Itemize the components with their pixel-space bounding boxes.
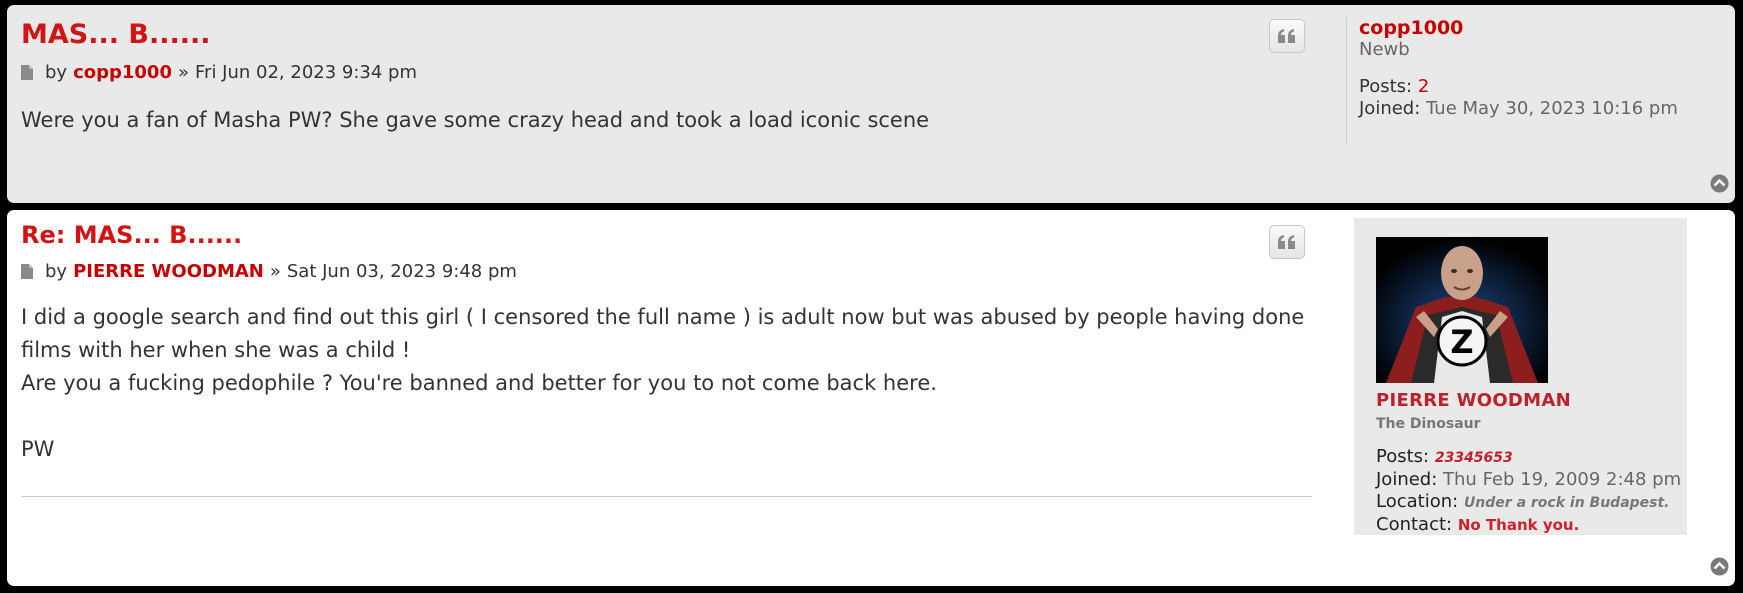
posts-count-link[interactable]: 2: [1418, 76, 1429, 97]
joined-value: Tue May 30, 2023 10:16 pm: [1426, 98, 1678, 119]
posts-count-link[interactable]: 23345653: [1435, 450, 1513, 466]
byline-separator: »: [269, 261, 281, 282]
arrow-up-circle-icon[interactable]: [1710, 174, 1729, 193]
post-byline: by PIERRE WOODMAN » Sat Jun 03, 2023 9:4…: [21, 261, 517, 282]
post-2: Re: MAS... B...... by PIERRE WOODMAN » S…: [7, 210, 1735, 586]
content-line: Were you a fan of Masha PW? She gave som…: [21, 108, 930, 132]
profile-posts: Posts: 23345653: [1376, 446, 1681, 469]
profile-details: Posts: 23345653 Joined: Thu Feb 19, 2009…: [1376, 446, 1681, 536]
quote-button[interactable]: [1269, 225, 1305, 259]
content-line: Are you a fucking pedophile ? You're ban…: [21, 371, 937, 395]
content-line: PW: [21, 437, 55, 461]
joined-value: Thu Feb 19, 2009 2:48 pm: [1443, 469, 1682, 490]
profile-username[interactable]: PIERRE WOODMAN: [1376, 390, 1571, 411]
location-value: Under a rock in Budapest.: [1463, 495, 1670, 511]
content-line: I did a google search and find out this …: [21, 305, 1305, 329]
post-title[interactable]: MAS... B......: [21, 19, 211, 50]
posts-label: Posts:: [1359, 76, 1413, 97]
profile-joined: Joined: Thu Feb 19, 2009 2:48 pm: [1376, 469, 1681, 491]
profile-username[interactable]: copp1000: [1359, 17, 1716, 39]
byline-separator: »: [177, 62, 189, 83]
post-1: MAS... B...... by copp1000 » Fri Jun 02,…: [7, 5, 1735, 203]
post-author-link[interactable]: PIERRE WOODMAN: [73, 261, 264, 282]
signature-divider: [21, 496, 1312, 497]
content-line-blank: [21, 400, 1304, 433]
document-icon[interactable]: [21, 65, 33, 80]
profile-joined: Joined: Tue May 30, 2023 10:16 pm: [1359, 98, 1716, 120]
joined-label: Joined:: [1359, 98, 1421, 119]
avatar-emblem-letter: Z: [1450, 323, 1473, 361]
avatar-image: Z: [1376, 237, 1548, 383]
posts-label: Posts:: [1376, 446, 1430, 467]
avatar[interactable]: Z: [1376, 237, 1548, 383]
post-title[interactable]: Re: MAS... B......: [21, 221, 242, 249]
profile-location: Location: Under a rock in Budapest.: [1376, 491, 1681, 514]
byline-by: by: [45, 62, 68, 83]
author-profile: Z PIERRE WOODMAN The Dinosaur Posts: 233…: [1354, 218, 1687, 535]
profile-contact: Contact: No Thank you.: [1376, 514, 1681, 536]
quote-icon: [1278, 29, 1295, 43]
post-content: Were you a fan of Masha PW? She gave som…: [21, 104, 929, 137]
contact-label: Contact:: [1376, 514, 1453, 535]
profile-posts: Posts: 2: [1359, 76, 1716, 98]
joined-label: Joined:: [1376, 469, 1438, 490]
post-byline: by copp1000 » Fri Jun 02, 2023 9:34 pm: [21, 62, 417, 83]
post-date: Sat Jun 03, 2023 9:48 pm: [286, 261, 517, 282]
post-date: Fri Jun 02, 2023 9:34 pm: [195, 62, 417, 83]
author-profile: copp1000 Newb Posts: 2 Joined: Tue May 3…: [1346, 17, 1716, 145]
content-line: films with her when she was a child !: [21, 338, 411, 362]
location-label: Location:: [1376, 491, 1459, 512]
profile-rank: The Dinosaur: [1376, 416, 1481, 432]
profile-rank: Newb: [1359, 39, 1410, 60]
arrow-up-circle-icon[interactable]: [1710, 557, 1729, 576]
quote-button[interactable]: [1269, 19, 1305, 53]
quote-icon: [1278, 235, 1295, 249]
document-icon[interactable]: [21, 264, 33, 279]
post-content: I did a google search and find out this …: [21, 301, 1304, 466]
byline-by: by: [45, 261, 68, 282]
contact-value: No Thank you.: [1457, 516, 1580, 534]
post-author-link[interactable]: copp1000: [73, 62, 172, 83]
